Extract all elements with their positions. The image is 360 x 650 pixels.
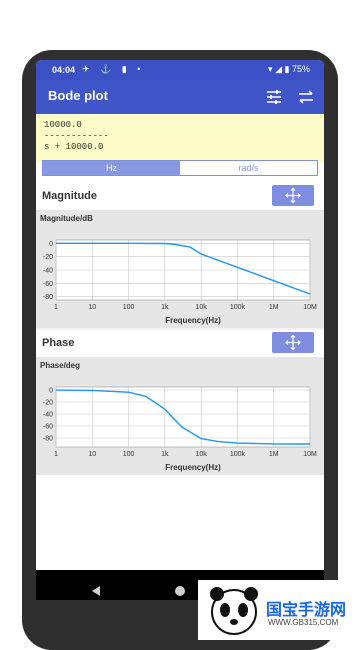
magnitude-x-tick-label: 1k: [161, 304, 169, 311]
magnitude-x-tick-label: 100k: [230, 304, 246, 311]
tf-divider: ------------: [44, 131, 109, 141]
settings-sliders-icon[interactable]: [264, 87, 284, 107]
watermark-url: WWW.GB315.COM: [268, 618, 339, 627]
app-screen: 04:04 ✈ ⚓ ▮ • ▾ ◢ ▮ 75% Bode plot 10000.…: [36, 60, 324, 600]
phase-y-tick-label: -40: [43, 412, 53, 419]
magnitude-x-tick-label: 1: [54, 304, 58, 311]
phase-plot-panel: Phase/deg 1 10 100 1k 10k 100k 1M 10M 0 -20 -40 -60…: [36, 357, 324, 475]
notification-icons: ✈ ⚓ ▮ •: [82, 64, 145, 74]
magnitude-y-tick-label: -60: [43, 281, 53, 288]
status-right: ▾ ◢ ▮ 75%: [268, 64, 310, 75]
phase-x-tick-label: 1: [54, 451, 58, 458]
panda-logo-icon: [210, 587, 258, 635]
magnitude-x-tick-label: 10M: [303, 304, 317, 311]
divider: [36, 328, 324, 330]
magnitude-chart[interactable]: 1 10 100 1k 10k 100k 1M 10M 0 -20 -40 -60 -80 Frequen…: [36, 210, 324, 328]
battery-icon: ▮: [284, 64, 290, 74]
watermark: 国宝手游网 WWW.GB315.COM: [198, 580, 360, 640]
phase-chart[interactable]: 1 10 100 1k 10k 100k 1M 10M 0 -20 -40 -60 -80 Frequen…: [36, 357, 324, 475]
magnitude-y-tick-label: -40: [43, 268, 53, 275]
unit-toggle: Hz rad/s: [42, 160, 318, 176]
status-bar: 04:04 ✈ ⚓ ▮ • ▾ ◢ ▮ 75%: [36, 60, 324, 80]
swap-arrows-icon[interactable]: [296, 87, 316, 107]
transfer-function-display: 10000.0 ------------ s + 10000.0: [36, 114, 324, 162]
magnitude-pan-button[interactable]: [272, 185, 314, 206]
signal-icon: ◢: [275, 64, 282, 74]
move-arrows-icon: [285, 334, 301, 351]
phase-x-tick-label: 100k: [230, 451, 246, 458]
tf-numerator: 10000.0: [44, 120, 82, 130]
phase-x-tick-label: 100: [123, 451, 135, 458]
phase-y-tick-label: -20: [43, 400, 53, 407]
magnitude-section-title: Magnitude: [42, 190, 97, 202]
phase-y-tick-label: 0: [49, 388, 53, 395]
back-icon[interactable]: [92, 586, 100, 596]
phase-x-tick-label: 1k: [161, 451, 169, 458]
status-time: 04:04: [52, 65, 76, 75]
phase-pan-button[interactable]: [272, 332, 314, 353]
magnitude-y-tick-label: 0: [49, 241, 53, 248]
app-title: Bode plot: [48, 88, 108, 103]
magnitude-y-tick-label: -20: [43, 254, 53, 261]
magnitude-x-tick-label: 10k: [195, 304, 207, 311]
phase-y-tick-label: -60: [43, 424, 53, 431]
magnitude-y-tick-label: -80: [43, 294, 53, 301]
magnitude-x-axis-label: Frequency(Hz): [165, 316, 221, 325]
unit-hz-tab[interactable]: Hz: [43, 161, 180, 175]
magnitude-plot-panel: Magnitude/dB 1 10 100 1k 10k 100k 1M 10M 0 -20 -40…: [36, 210, 324, 328]
watermark-brand: 国宝手游网: [266, 602, 347, 619]
phase-section-title: Phase: [42, 337, 75, 349]
magnitude-x-tick-label: 1M: [269, 304, 279, 311]
battery-level: 75%: [291, 64, 310, 74]
magnitude-x-tick-label: 10: [88, 304, 96, 311]
phase-x-axis-label: Frequency(Hz): [165, 463, 221, 472]
phase-x-tick-label: 10: [88, 451, 96, 458]
phase-y-tick-label: -80: [43, 436, 53, 443]
move-arrows-icon: [285, 187, 301, 204]
magnitude-x-tick-label: 100: [123, 304, 135, 311]
tf-denominator: s + 10000.0: [44, 142, 104, 152]
phase-x-tick-label: 10M: [303, 451, 317, 458]
unit-rads-tab[interactable]: rad/s: [180, 161, 317, 175]
wifi-icon: ▾: [268, 64, 273, 74]
home-icon[interactable]: [175, 586, 185, 596]
app-bar: Bode plot: [36, 80, 324, 114]
phase-x-tick-label: 10k: [195, 451, 207, 458]
phase-x-tick-label: 1M: [269, 451, 279, 458]
